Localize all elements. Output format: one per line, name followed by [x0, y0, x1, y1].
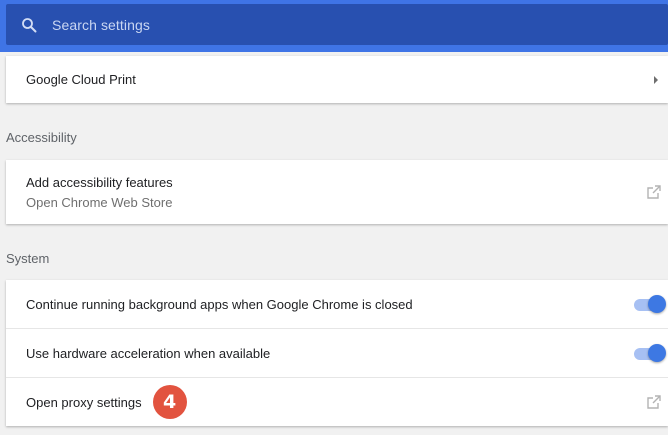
cloud-print-card: Google Cloud Print: [6, 56, 668, 103]
search-icon[interactable]: [19, 15, 39, 35]
toggle-knob: [648, 344, 666, 362]
chevron-right-icon: [654, 75, 658, 84]
background-apps-toggle[interactable]: [632, 295, 666, 313]
open-proxy-settings-row[interactable]: Open proxy settings 4: [6, 377, 668, 426]
cloud-print-label: Google Cloud Print: [26, 72, 136, 87]
external-link-icon[interactable]: [646, 394, 662, 410]
external-link-icon[interactable]: [646, 184, 662, 200]
settings-header: Search settings: [0, 0, 668, 52]
accessibility-section-title: Accessibility: [6, 130, 77, 145]
add-accessibility-features-row[interactable]: Add accessibility features Open Chrome W…: [6, 160, 668, 224]
hardware-acceleration-row[interactable]: Use hardware acceleration when available: [6, 328, 668, 377]
search-placeholder: Search settings: [52, 16, 150, 33]
background-apps-label: Continue running background apps when Go…: [26, 296, 413, 312]
step-number-badge: 4: [152, 385, 187, 419]
search-input[interactable]: Search settings: [6, 4, 668, 45]
accessibility-card: Add accessibility features Open Chrome W…: [6, 160, 668, 224]
cloud-print-row[interactable]: Google Cloud Print: [6, 56, 668, 103]
open-proxy-settings-label: Open proxy settings: [26, 394, 142, 410]
system-card: Continue running background apps when Go…: [6, 280, 668, 426]
toggle-knob: [648, 295, 666, 313]
add-accessibility-features-label: Add accessibility features: [26, 174, 173, 190]
hardware-acceleration-toggle[interactable]: [632, 344, 666, 362]
hardware-acceleration-label: Use hardware acceleration when available: [26, 345, 271, 361]
background-apps-row[interactable]: Continue running background apps when Go…: [6, 280, 668, 328]
system-section-title: System: [6, 251, 50, 266]
settings-page: Search settings Google Cloud Print Acces…: [0, 0, 668, 435]
open-web-store-sublabel: Open Chrome Web Store: [26, 194, 173, 210]
